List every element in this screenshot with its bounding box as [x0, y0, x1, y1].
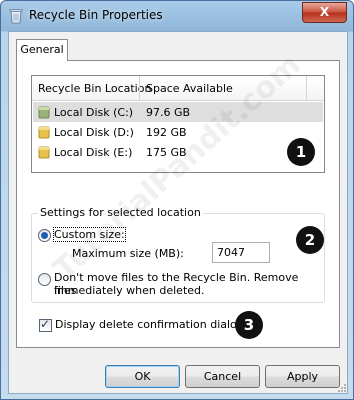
- window-title: Recycle Bin Properties: [29, 8, 163, 22]
- custom-size-label[interactable]: Custom size:: [53, 227, 126, 242]
- column-header-location[interactable]: Recycle Bin Location: [38, 82, 151, 95]
- drive-space: 97.6 GB: [146, 106, 191, 119]
- drive-icon: [38, 106, 50, 119]
- close-button[interactable]: X: [302, 2, 347, 23]
- checkmark-icon: ✓: [40, 317, 51, 331]
- settings-groupbox: Settings for selected location Custom si…: [31, 206, 325, 303]
- drive-space: 175 GB: [146, 146, 187, 159]
- list-item[interactable]: Local Disk (E:) 175 GB: [33, 142, 323, 162]
- confirm-delete-label[interactable]: Display delete confirmation dialog: [55, 318, 244, 331]
- ok-button[interactable]: OK: [105, 365, 180, 388]
- dont-move-label-line2[interactable]: immediately when deleted.: [54, 284, 205, 297]
- drive-icon: [38, 126, 50, 139]
- recycle-bin-icon: [9, 9, 23, 24]
- cancel-button[interactable]: Cancel: [185, 365, 260, 388]
- settings-group-title: Settings for selected location: [38, 206, 203, 219]
- drive-name: Local Disk (C:): [54, 106, 134, 119]
- drive-name: Local Disk (D:): [54, 126, 134, 139]
- max-size-label: Maximum size (MB):: [72, 247, 184, 260]
- list-item[interactable]: Local Disk (C:) 97.6 GB: [33, 102, 323, 122]
- list-item[interactable]: Local Disk (D:) 192 GB: [33, 122, 323, 142]
- recycle-bin-location-list[interactable]: Recycle Bin Location Space Available Loc…: [31, 75, 325, 173]
- dialog-client-area: General Recycle Bin Location Space Avail…: [8, 31, 348, 394]
- callout-badge-3: 3: [235, 311, 263, 339]
- drive-icon: [38, 146, 50, 159]
- column-header-space[interactable]: Space Available: [146, 82, 233, 95]
- drive-space: 192 GB: [146, 126, 187, 139]
- tab-general[interactable]: General: [16, 39, 68, 61]
- dont-move-radio[interactable]: [38, 273, 51, 286]
- callout-badge-1: 1: [287, 138, 315, 166]
- resize-grip-icon[interactable]: [337, 383, 347, 393]
- general-tab-panel: Recycle Bin Location Space Available Loc…: [16, 48, 340, 348]
- recycle-bin-properties-window: Recycle Bin Properties X General Recycle…: [0, 0, 354, 400]
- apply-button[interactable]: Apply: [265, 365, 340, 388]
- column-divider[interactable]: [139, 76, 140, 100]
- custom-size-radio[interactable]: [38, 229, 51, 242]
- list-header: Recycle Bin Location Space Available: [32, 76, 324, 101]
- title-bar[interactable]: Recycle Bin Properties X: [1, 1, 353, 31]
- confirm-delete-checkbox[interactable]: ✓: [39, 317, 52, 332]
- drive-name: Local Disk (E:): [54, 146, 133, 159]
- callout-badge-2: 2: [296, 226, 324, 254]
- column-divider[interactable]: [306, 76, 307, 100]
- max-size-input[interactable]: 7047: [212, 242, 270, 263]
